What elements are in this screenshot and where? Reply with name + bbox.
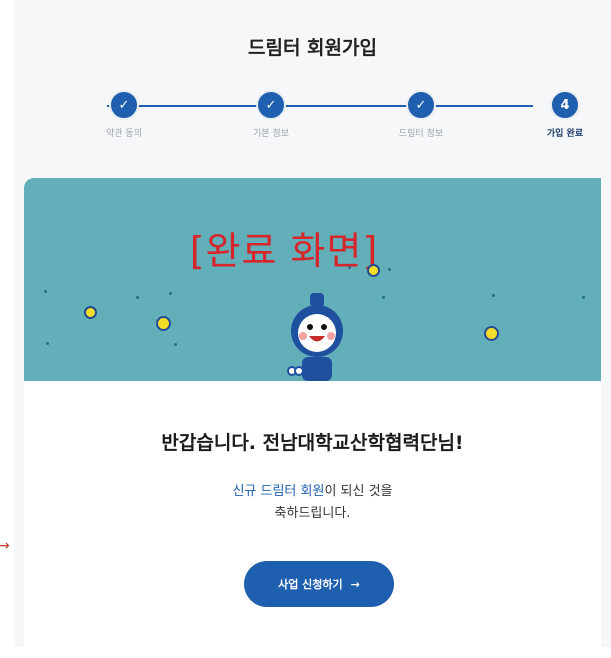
dot-icon <box>582 296 585 299</box>
check-icon: ✓ <box>406 90 436 120</box>
sparkle-icon <box>484 326 499 341</box>
step-label: 약관 동의 <box>106 129 142 139</box>
apply-business-button[interactable]: 사업 신청하기 → <box>244 561 394 607</box>
step-label: 기본 정보 <box>253 129 289 139</box>
welcome-heading: 반갑습니다. 전남대학교산학협력단님! <box>161 432 464 454</box>
dot-icon <box>174 343 177 346</box>
sparkle-icon <box>367 264 380 277</box>
mascot-icon <box>287 293 343 381</box>
check-icon: ✓ <box>109 90 139 120</box>
check-icon: ✓ <box>256 90 286 120</box>
page-title: 드림터 회원가입 <box>248 37 377 59</box>
dot-icon <box>492 294 495 297</box>
dot-icon <box>388 268 391 271</box>
completion-card: [완료 화면] 반갑습니다. 전남대학교산학협력단님! 신규 드림터 회원이 되… <box>24 178 601 658</box>
step-terms: ✓ 약관 동의 <box>94 90 154 139</box>
apply-business-label: 사업 신청하기 <box>278 578 343 591</box>
arrow-right-icon: → <box>0 538 10 554</box>
hero-annotation: [완료 화면] <box>189 229 379 273</box>
dot-icon <box>136 296 139 299</box>
step-basic-info: ✓ 기본 정보 <box>241 90 301 139</box>
progress-stepper: ✓ 약관 동의 ✓ 기본 정보 ✓ 드림터 정보 4 가입 완료 <box>80 90 583 150</box>
arrow-right-icon: → <box>350 577 360 591</box>
dot-icon <box>169 292 172 295</box>
new-member-highlight: 신규 드림터 회원 <box>232 484 325 499</box>
dot-icon <box>348 266 351 269</box>
step-number: 4 <box>550 90 580 120</box>
hero-banner: [완료 화면] <box>24 178 601 381</box>
sparkle-icon <box>156 316 171 331</box>
congrats-line-1: 신규 드림터 회원이 되신 것을 <box>24 481 601 503</box>
step-label: 가입 완료 <box>546 129 584 139</box>
stepper-track <box>107 105 533 107</box>
step-dreamer-info: ✓ 드림터 정보 <box>391 90 451 139</box>
step-label: 드림터 정보 <box>398 129 444 139</box>
congrats-text: 신규 드림터 회원이 되신 것을 축하드립니다. <box>24 481 601 525</box>
congrats-line-1-rest: 이 되신 것을 <box>324 484 393 499</box>
dot-icon <box>44 290 47 293</box>
dot-icon <box>46 342 49 345</box>
dot-icon <box>382 296 385 299</box>
step-complete: 4 가입 완료 <box>535 90 595 139</box>
congrats-line-2: 축하드립니다. <box>274 506 351 521</box>
sparkle-icon <box>84 306 97 319</box>
